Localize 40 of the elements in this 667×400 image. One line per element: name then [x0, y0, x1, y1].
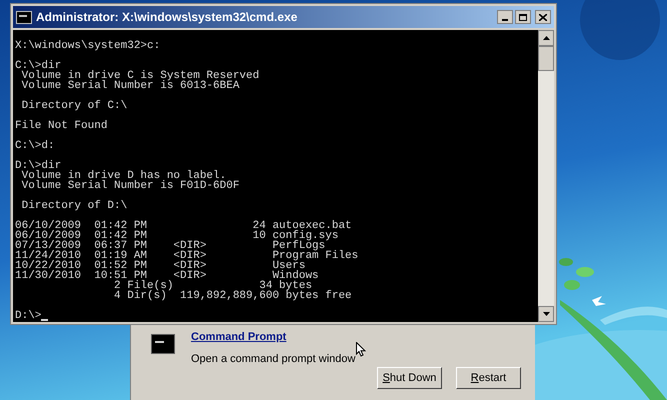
- window-title: Administrator: X:\windows\system32\cmd.exe: [36, 9, 298, 26]
- console-line: Volume in drive C is System Reserved: [20, 71, 260, 81]
- console-line: 06/10/2009 01:42 PM 24 autoexec.bat: [15, 221, 352, 231]
- console-line: 06/10/2009 01:42 PM 10 config.sys: [15, 231, 338, 241]
- console-line: Volume Serial Number is 6013-6BEA: [20, 81, 240, 91]
- dialog-button[interactable]: Shut Down: [377, 367, 442, 389]
- console-line: 11/30/2010 10:51 PM <DIR> Windows: [15, 271, 319, 281]
- console-line: 2 File(s) 34 bytes: [113, 281, 312, 291]
- command-prompt-link[interactable]: Command Prompt: [191, 329, 356, 346]
- mouse-pointer-icon: [356, 342, 366, 357]
- close-button[interactable]: [535, 10, 551, 24]
- console-line: Directory of D:\: [20, 201, 128, 211]
- console-line: X:\windows\system32>c:: [15, 41, 160, 51]
- scroll-thumb[interactable]: [538, 46, 554, 71]
- console-line: 11/24/2010 01:19 AM <DIR> Program Files: [15, 251, 358, 261]
- down-arrow-icon: [542, 312, 550, 316]
- console-line: Volume in drive D has no label.: [20, 171, 226, 181]
- console-line: 4 Dir(s) 119,892,889,600 bytes free: [113, 291, 352, 301]
- command-prompt-icon: [151, 334, 175, 354]
- option-description: Open a command prompt window: [191, 352, 356, 366]
- console-line: C:\>d:: [15, 141, 55, 151]
- console-line: C:\>dir: [15, 61, 62, 71]
- maximize-button[interactable]: [515, 10, 531, 24]
- console-line: Volume Serial Number is F01D-6D0F: [20, 181, 240, 191]
- maximize-icon: [519, 14, 527, 20]
- scroll-up-button[interactable]: [538, 30, 554, 46]
- up-arrow-icon: [542, 36, 550, 40]
- console-line: D:\>: [15, 311, 42, 321]
- console-line: 10/22/2010 01:52 PM <DIR> Users: [15, 261, 306, 271]
- console-icon: [16, 10, 32, 24]
- minimize-icon: [502, 19, 508, 21]
- dialog-button[interactable]: Restart: [456, 367, 521, 389]
- close-icon: [539, 14, 547, 20]
- console-line: D:\>dir: [15, 161, 62, 171]
- console-line: File Not Found: [15, 121, 108, 131]
- scrollbar[interactable]: [538, 30, 554, 322]
- minimize-button[interactable]: [497, 10, 513, 24]
- console-line: 07/13/2009 06:37 PM <DIR> PerfLogs: [15, 241, 326, 251]
- console-line: Directory of C:\: [20, 101, 128, 111]
- scroll-down-button[interactable]: [538, 306, 554, 322]
